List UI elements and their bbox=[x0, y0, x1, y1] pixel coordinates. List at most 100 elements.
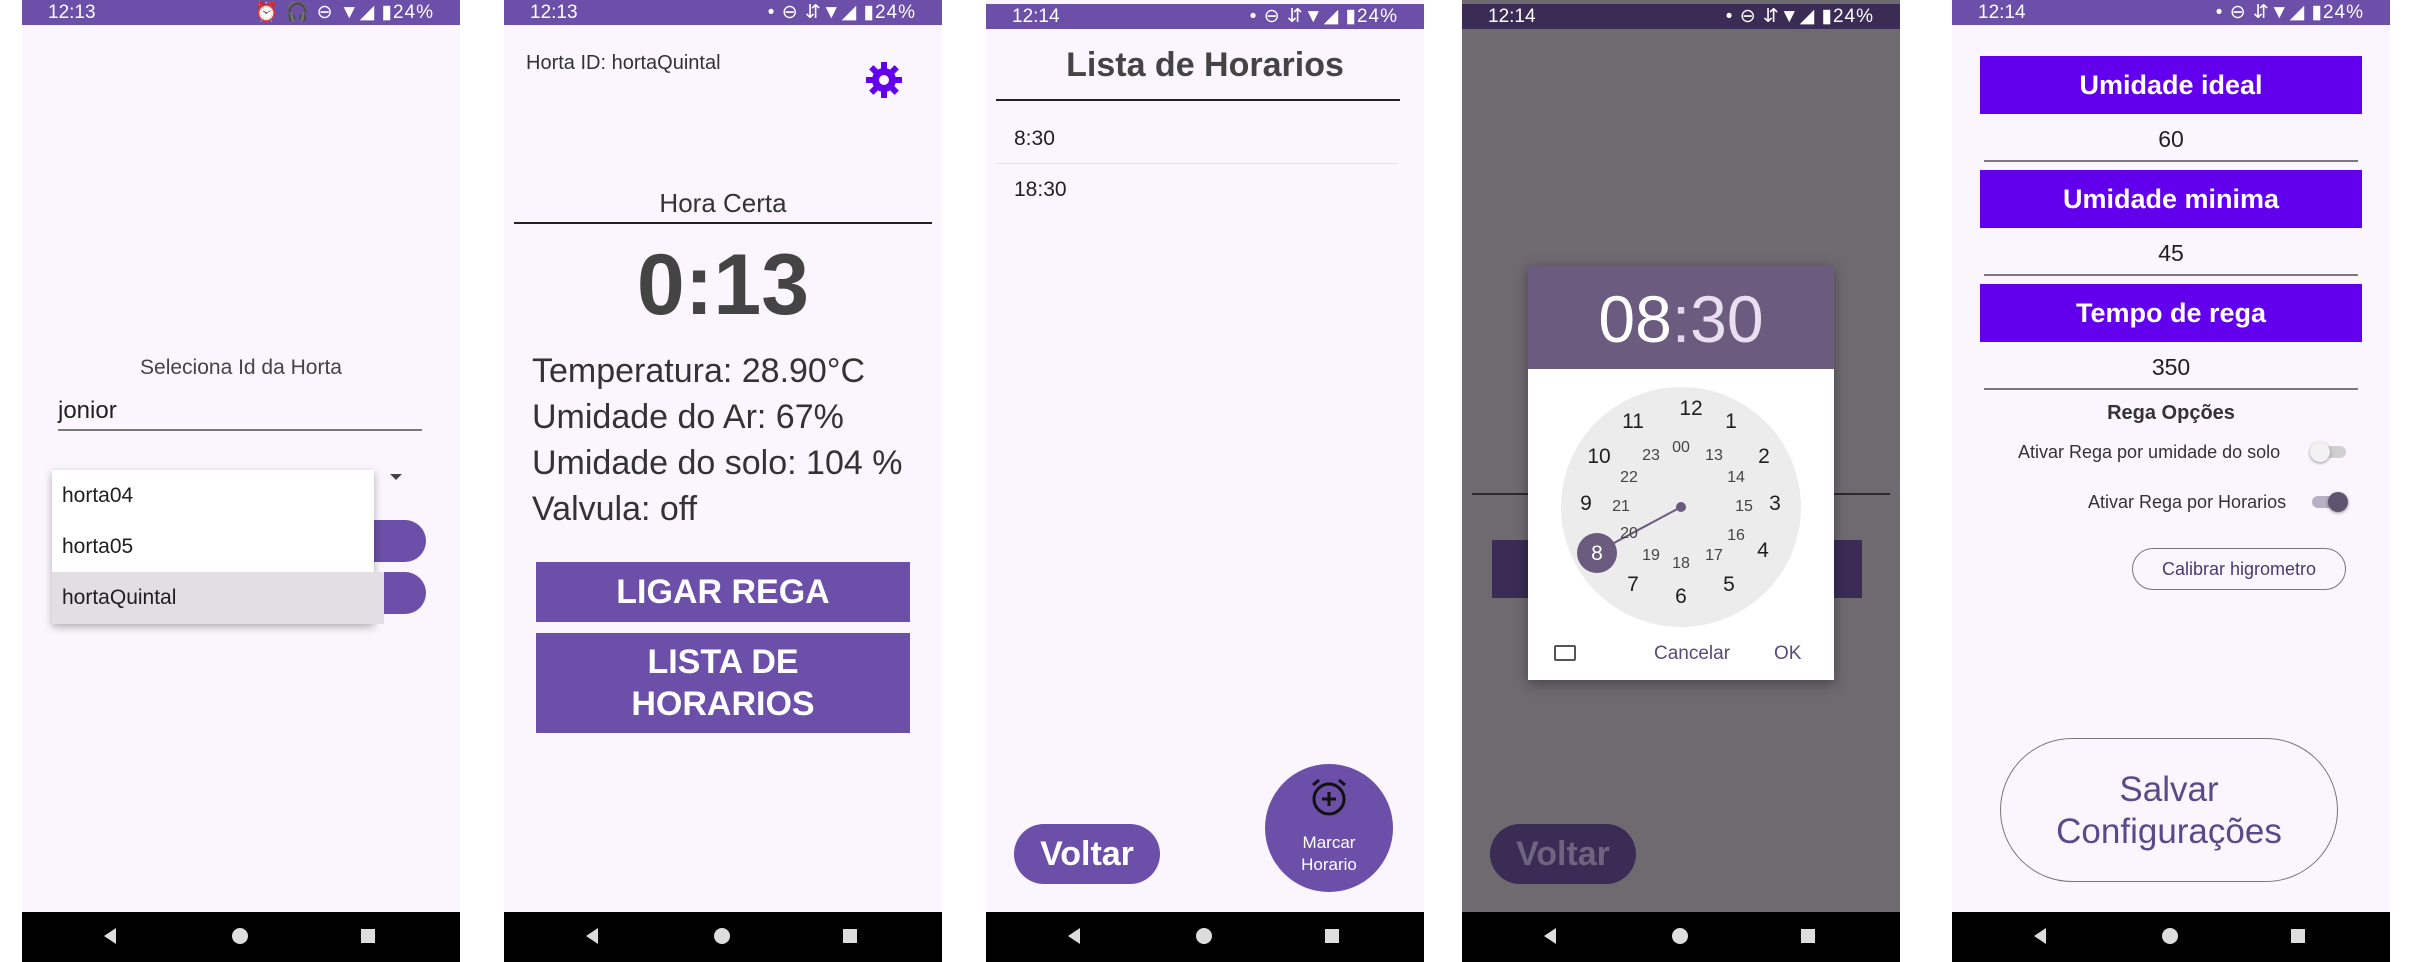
home-icon[interactable] bbox=[1672, 928, 1688, 944]
readings: Temperatura: 28.90°C Umidade do Ar: 67% … bbox=[532, 348, 902, 532]
home-icon[interactable] bbox=[232, 928, 248, 944]
ligar-rega-button[interactable]: LIGAR REGA bbox=[536, 562, 910, 622]
status-icons: • ⊖ ⇵▼◢ ▮24% bbox=[767, 2, 916, 23]
dropdown-menu: horta04 horta05 hortaQuintal bbox=[52, 470, 384, 624]
dropdown-arrow-icon[interactable] bbox=[390, 474, 402, 480]
home-icon[interactable] bbox=[714, 928, 730, 944]
umidade-minima-input[interactable]: 45 bbox=[1984, 240, 2358, 276]
screen-dashboard: 12:13 • ⊖ ⇵▼◢ ▮24% Horta ID: hortaQuinta… bbox=[504, 0, 942, 962]
temperature-reading: Temperatura: 28.90°C bbox=[532, 352, 865, 390]
umidade-ideal-input[interactable]: 60 bbox=[1984, 126, 2358, 162]
salvar-configuracoes-button[interactable]: Salvar Configurações bbox=[2000, 738, 2338, 882]
horta-id-input[interactable]: jonior bbox=[58, 397, 422, 431]
screen-configuracoes: 12:14 • ⊖ ⇵▼◢ ▮24% Umidade ideal 60 Umid… bbox=[1952, 0, 2390, 962]
hour-00[interactable]: 00 bbox=[1666, 439, 1696, 457]
hour-17[interactable]: 17 bbox=[1699, 547, 1729, 565]
hour-15[interactable]: 15 bbox=[1729, 498, 1759, 516]
hour-23[interactable]: 23 bbox=[1636, 447, 1666, 465]
hour-10[interactable]: 10 bbox=[1579, 445, 1619, 469]
hour-1[interactable]: 1 bbox=[1711, 410, 1751, 434]
clock-face[interactable]: 8 12 1 2 3 4 5 6 7 9 10 11 00 13 14 15 1… bbox=[1561, 387, 1801, 627]
select-label: Seleciona Id da Horta bbox=[140, 356, 342, 379]
divider bbox=[514, 222, 932, 224]
recents-icon[interactable] bbox=[843, 929, 857, 943]
hour-22[interactable]: 22 bbox=[1614, 469, 1644, 487]
recents-icon[interactable] bbox=[2291, 929, 2305, 943]
tempo-rega-input[interactable]: 350 bbox=[1984, 354, 2358, 390]
lista-horarios-line1: LISTA DE bbox=[647, 643, 799, 681]
dropdown-item-selected[interactable]: hortaQuintal bbox=[52, 572, 384, 624]
status-time: 12:13 bbox=[48, 2, 96, 23]
clock-display: 0:13 bbox=[636, 237, 810, 333]
tempo-rega-label: Tempo de rega bbox=[1980, 284, 2362, 342]
hour-19[interactable]: 19 bbox=[1636, 547, 1666, 565]
lista-horarios-button[interactable]: LISTA DE HORARIOS bbox=[536, 633, 910, 733]
picker-hour[interactable]: 08 bbox=[1598, 282, 1671, 356]
picker-minute[interactable]: 30 bbox=[1690, 282, 1763, 356]
dropdown-item[interactable]: horta05 bbox=[52, 521, 384, 572]
switch-horarios[interactable] bbox=[2312, 492, 2348, 512]
salvar-line2: Configurações bbox=[2056, 812, 2282, 851]
hour-11[interactable]: 11 bbox=[1613, 410, 1653, 434]
salvar-line1: Salvar bbox=[2119, 770, 2219, 809]
voltar-button-dimmed: Voltar bbox=[1490, 824, 1636, 884]
cancel-button[interactable]: Cancelar bbox=[1654, 643, 1730, 665]
marcar-horario-fab[interactable]: Marcar Horario bbox=[1265, 764, 1393, 892]
home-icon[interactable] bbox=[1196, 928, 1212, 944]
hour-2[interactable]: 2 bbox=[1744, 445, 1784, 469]
nav-bar bbox=[504, 912, 942, 962]
hour-14[interactable]: 14 bbox=[1721, 469, 1751, 487]
hour-3[interactable]: 3 bbox=[1755, 492, 1795, 516]
nav-bar bbox=[1462, 912, 1900, 962]
gear-icon[interactable] bbox=[864, 60, 904, 100]
back-icon[interactable] bbox=[104, 928, 116, 944]
recents-icon[interactable] bbox=[361, 929, 375, 943]
divider bbox=[996, 99, 1400, 101]
hour-16[interactable]: 16 bbox=[1721, 527, 1751, 545]
hour-9[interactable]: 9 bbox=[1566, 492, 1606, 516]
hour-6[interactable]: 6 bbox=[1661, 585, 1701, 609]
switch-umidade-label: Ativar Rega por umidade do solo bbox=[2018, 442, 2281, 462]
status-icons: ⏰ 🎧 ⊖ ▼◢ ▮24% bbox=[254, 2, 434, 23]
screen-select-horta: 12:13 ⏰ 🎧 ⊖ ▼◢ ▮24% Seleciona Id da Hort… bbox=[22, 0, 460, 962]
hour-18[interactable]: 18 bbox=[1666, 555, 1696, 573]
back-icon[interactable] bbox=[586, 928, 598, 944]
back-icon[interactable] bbox=[1068, 928, 1080, 944]
switch-thumb bbox=[2310, 442, 2330, 462]
calibrar-higrometro-button[interactable]: Calibrar higrometro bbox=[2132, 548, 2346, 590]
status-time: 12:14 bbox=[1488, 6, 1536, 27]
status-icons: • ⊖ ⇵▼◢ ▮24% bbox=[1249, 6, 1398, 27]
keyboard-icon[interactable] bbox=[1554, 645, 1576, 661]
umidade-ideal-label: Umidade ideal bbox=[1980, 56, 2362, 114]
hour-13[interactable]: 13 bbox=[1699, 447, 1729, 465]
hour-5[interactable]: 5 bbox=[1709, 573, 1749, 597]
screen-time-picker: 12:14 • ⊖ ⇵▼◢ ▮24% Voltar 08:30 8 12 1 2… bbox=[1462, 0, 1900, 962]
hour-20[interactable]: 20 bbox=[1614, 525, 1644, 543]
voltar-button[interactable]: Voltar bbox=[1014, 824, 1160, 884]
recents-icon[interactable] bbox=[1325, 929, 1339, 943]
back-icon[interactable] bbox=[2034, 928, 2046, 944]
alarm-add-icon bbox=[1308, 776, 1350, 818]
recents-icon[interactable] bbox=[1801, 929, 1815, 943]
picker-header: 08:30 bbox=[1528, 265, 1834, 369]
list-item[interactable]: 8:30 bbox=[996, 114, 1398, 164]
fab-label-line1: Marcar bbox=[1302, 833, 1356, 852]
dropdown-item[interactable]: horta04 bbox=[52, 470, 384, 521]
fab-label-line2: Horario bbox=[1301, 855, 1357, 874]
home-icon[interactable] bbox=[2162, 928, 2178, 944]
picker-time: 08:30 bbox=[1528, 281, 1834, 357]
list-item[interactable]: 18:30 bbox=[996, 165, 1398, 215]
hour-12[interactable]: 12 bbox=[1671, 397, 1711, 421]
status-icons: • ⊖ ⇵▼◢ ▮24% bbox=[1725, 6, 1874, 27]
hour-21[interactable]: 21 bbox=[1606, 498, 1636, 516]
page-title: Lista de Horarios bbox=[1066, 46, 1344, 84]
ok-button[interactable]: OK bbox=[1774, 643, 1801, 665]
fab-label: Marcar Horario bbox=[1265, 832, 1393, 876]
nav-bar bbox=[22, 912, 460, 962]
back-icon[interactable] bbox=[1544, 928, 1556, 944]
lista-horarios-line2: HORARIOS bbox=[631, 685, 815, 723]
switch-umidade-solo[interactable] bbox=[2310, 442, 2346, 462]
hour-7[interactable]: 7 bbox=[1613, 573, 1653, 597]
nav-bar bbox=[1952, 912, 2390, 962]
time-picker-dialog: 08:30 8 12 1 2 3 4 5 6 7 9 10 11 00 13 1… bbox=[1528, 265, 1834, 680]
